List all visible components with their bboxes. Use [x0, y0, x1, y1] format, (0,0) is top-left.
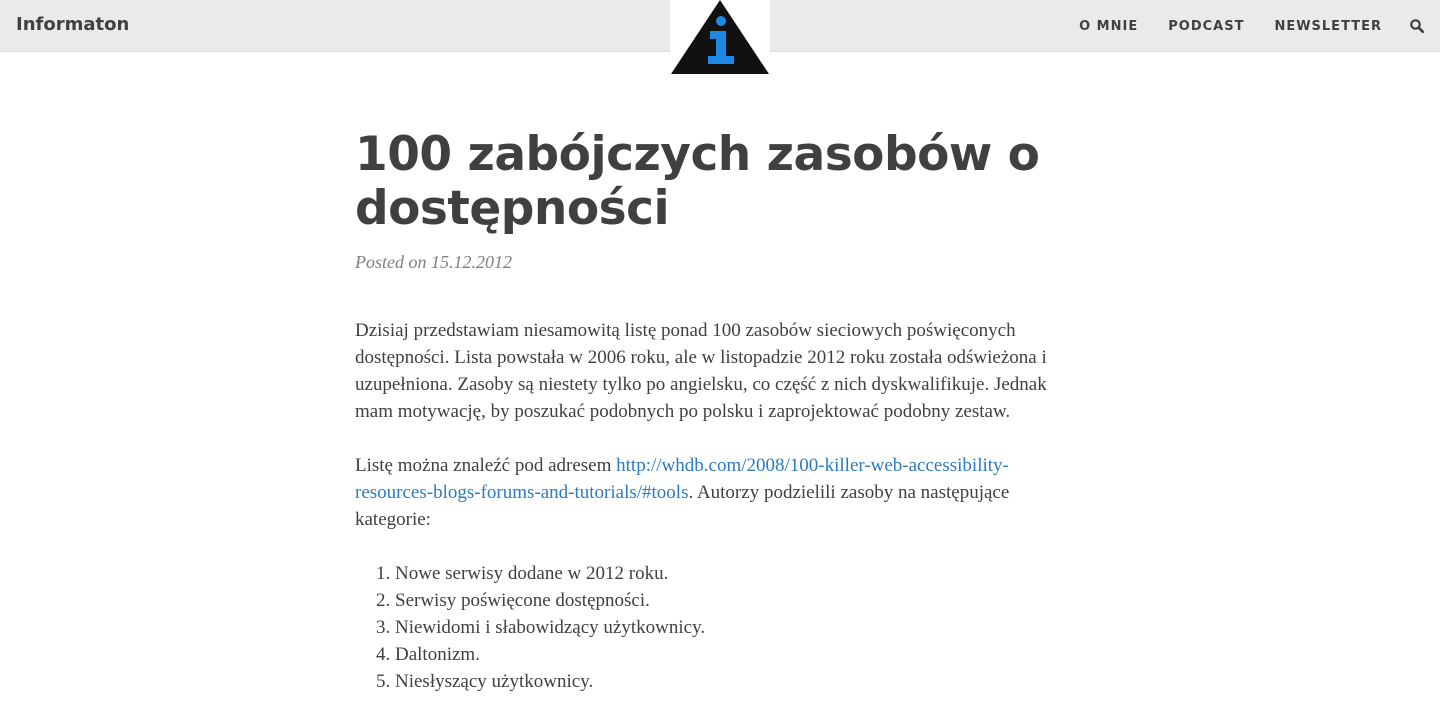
post-title: 100 zabójczych zasobów o dostępności [355, 127, 1040, 236]
categories-list: Nowe serwisy dodane w 2012 roku. Serwisy… [355, 560, 1085, 695]
search-icon [1410, 19, 1424, 33]
nav-item-o-mnie[interactable]: O MNIE [1079, 19, 1138, 34]
post-paragraph-intro: Dzisiaj przedstawiam niesamowitą listę p… [355, 320, 1047, 422]
list-item: Niewidomi i słabowidzący użytkownicy. [395, 614, 1085, 641]
site-brand-link[interactable]: Informaton [16, 14, 129, 35]
search-button[interactable] [1410, 19, 1424, 33]
nav-item-newsletter[interactable]: NEWSLETTER [1274, 19, 1382, 34]
nav-item-podcast[interactable]: PODCAST [1168, 19, 1244, 34]
post-body: Dzisiaj przedstawiam niesamowitą listę p… [355, 317, 1085, 695]
paragraph-text: Listę można znaleźć pod adresem [355, 455, 617, 476]
main-nav: O MNIE PODCAST NEWSLETTER [1079, 0, 1440, 52]
list-item: Nowe serwisy dodane w 2012 roku. [395, 560, 1085, 587]
list-item: Serwisy poświęcone dostępności. [395, 587, 1085, 614]
list-item: Niesłyszący użytkownicy. [395, 668, 1085, 695]
top-navbar: Informaton O MNIE PODCAST NEWSLETTER [0, 0, 1440, 76]
info-triangle-icon [671, 0, 769, 74]
post-paragraph-link: Listę można znaleźć pod adresem http://w… [355, 452, 1085, 533]
site-logo[interactable] [670, 0, 770, 76]
post-date: Posted on 15.12.2012 [355, 252, 512, 272]
list-item: Daltonizm. [395, 641, 1085, 668]
post-article: 100 zabójczych zasobów o dostępności Pos… [355, 128, 1085, 695]
